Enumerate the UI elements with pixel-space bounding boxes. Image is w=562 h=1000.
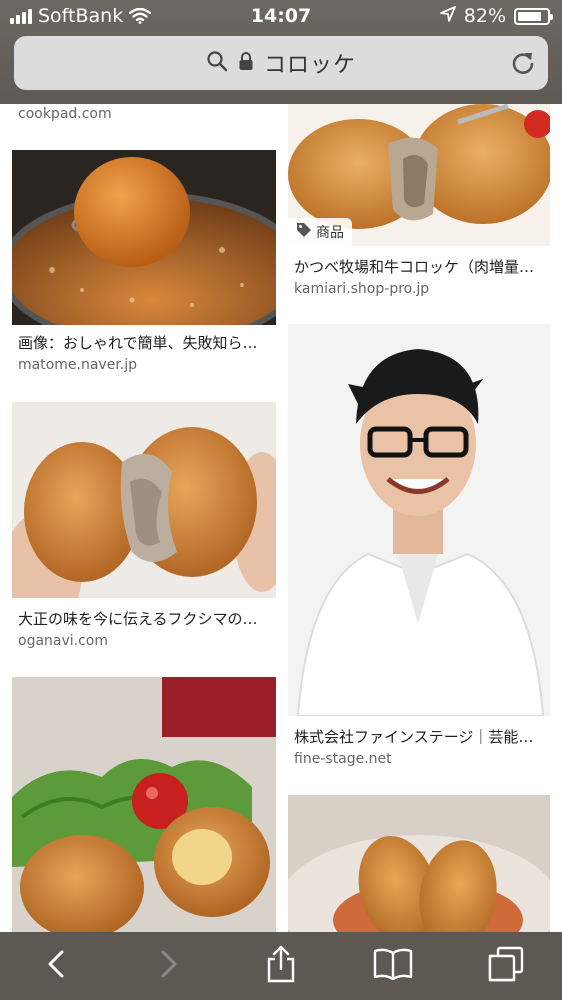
result-caption: かつべ牧場和牛コロッケ（肉増量… [294,258,535,276]
result-image[interactable] [288,795,550,935]
lock-icon [238,51,254,75]
result-card[interactable]: 大正の味を今に伝えるフクシマの… oganavi.com [12,402,276,658]
share-icon [265,945,297,987]
result-card[interactable] [288,795,550,935]
result-image[interactable] [12,402,276,598]
result-domain: cookpad.com [18,106,112,122]
back-button[interactable] [29,939,83,993]
result-card[interactable] [12,677,276,937]
result-caption: 株式会社ファインステージ｜芸能… [294,728,534,746]
top-chrome: SoftBank 14:07 82% コロッケ [0,0,562,104]
result-domain: fine-stage.net [294,751,392,767]
badge-label: 商品 [316,225,344,241]
result-domain: oganavi.com [18,633,109,649]
search-query: コロッケ [263,53,356,78]
status-bar: SoftBank 14:07 82% [0,0,562,34]
battery-percent: 82% [463,5,506,27]
result-card[interactable]: cookpad.com [12,104,276,140]
product-badge: 商品 [288,218,352,246]
search-icon [206,50,228,76]
result-domain: kamiari.shop-pro.jp [294,281,430,297]
result-caption: 画像：おしゃれで簡単、失敗知ら… [18,334,258,352]
address-bar[interactable]: コロッケ [14,36,548,90]
result-image[interactable] [12,150,276,325]
forward-button[interactable] [142,939,196,993]
result-caption: 大正の味を今に伝えるフクシマの… [18,610,258,628]
tabs-icon [488,946,524,986]
battery-fill [518,11,541,21]
result-domain: matome.naver.jp [18,357,138,373]
battery-icon [514,7,553,25]
bookmarks-icon [373,948,413,984]
back-icon [46,949,66,983]
forward-icon [159,949,179,983]
tag-icon [296,222,312,242]
bookmarks-button[interactable] [366,939,420,993]
result-card[interactable]: 画像：おしゃれで簡単、失敗知ら… matome.naver.jp [12,150,276,382]
result-card[interactable]: 商品 かつべ牧場和牛コロッケ（肉増量… kamiari.shop-pro.jp [288,104,550,304]
tabs-button[interactable] [479,939,533,993]
result-image[interactable] [12,677,276,937]
result-card[interactable]: 株式会社ファインステージ｜芸能… fine-stage.net [288,324,550,774]
bottom-toolbar [0,932,562,1000]
reload-icon[interactable] [510,50,536,76]
result-image[interactable] [288,324,550,716]
location-icon [439,5,456,27]
share-button[interactable] [254,939,308,993]
